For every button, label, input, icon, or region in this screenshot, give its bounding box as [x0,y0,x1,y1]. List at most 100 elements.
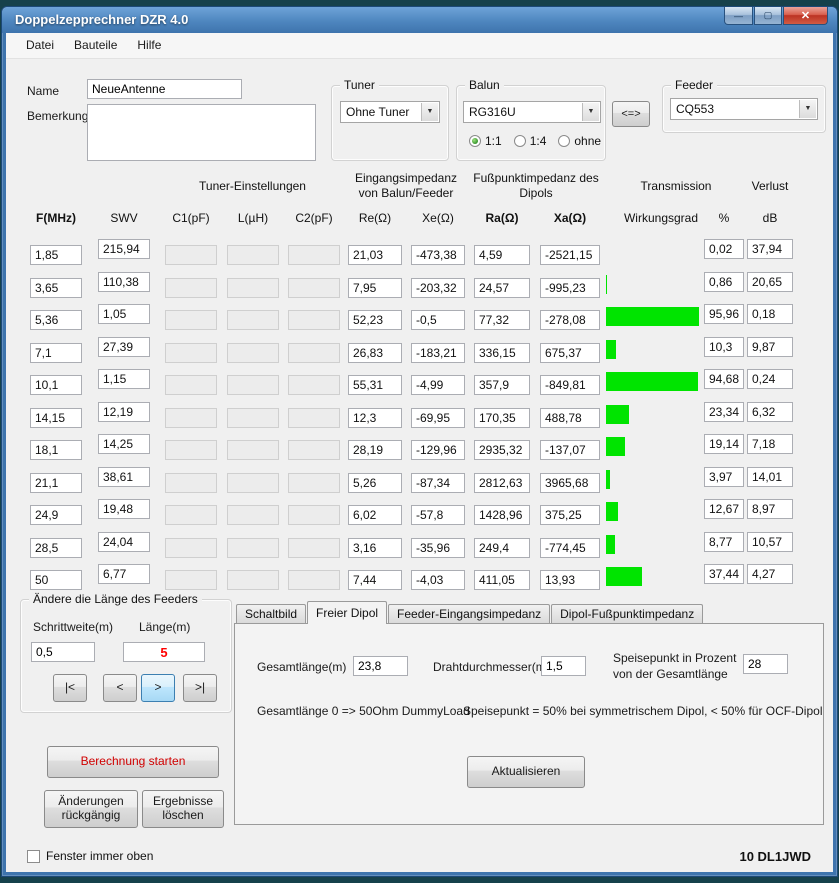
first-button[interactable]: |< [53,674,87,702]
loss-db-value: 4,27 [747,564,793,584]
efficiency-bar [606,502,703,521]
feeder-select[interactable]: CQ553 ▼ [670,98,818,120]
length-input[interactable] [123,642,205,662]
col-header-l: L(µH) [227,211,279,225]
table-row: 28,5 24,04 3,16 -35,96 249,4 -774,45 8,7… [6,532,833,565]
radio-dot-icon [514,135,526,147]
maximize-button[interactable]: ▢ [754,7,782,25]
radio-ratio-ohne[interactable]: ohne [558,134,601,148]
col-header-xe: Xe(Ω) [411,211,465,225]
radio-ratio-1-4[interactable]: 1:4 [514,134,547,148]
feedpoint-input[interactable] [743,654,788,674]
clear-results-button[interactable]: Ergebnisse löschen [142,790,224,828]
efficiency-percent-value: 10,3 [704,337,744,357]
frequency-input[interactable]: 18,1 [30,440,82,460]
swv-value: 215,94 [98,239,150,259]
frequency-input[interactable]: 50 [30,570,82,590]
wire-diameter-input[interactable] [541,656,586,676]
minimize-button[interactable]: — [724,7,753,25]
frequency-input[interactable]: 5,36 [30,310,82,330]
group-header-verlust: Verlust [747,179,793,194]
c2-field [288,278,340,298]
xa-value: 13,93 [540,570,600,590]
loss-db-value: 10,57 [747,532,793,552]
l-field [227,570,279,590]
frequency-input[interactable]: 24,9 [30,505,82,525]
l-field [227,245,279,265]
frequency-input[interactable]: 21,1 [30,473,82,493]
table-row: 1,85 215,94 21,03 -473,38 4,59 -2521,15 … [6,239,833,272]
update-button[interactable]: Aktualisieren [467,756,585,788]
xe-value: -87,34 [411,473,465,493]
re-value: 7,95 [348,278,402,298]
tab-feeder-eingangsimpedanz[interactable]: Feeder-Eingangsimpedanz [388,604,550,623]
close-button[interactable]: ✕ [783,7,828,25]
frequency-input[interactable]: 3,65 [30,278,82,298]
next-button[interactable]: > [141,674,175,702]
xa-value: -995,23 [540,278,600,298]
frequency-input[interactable]: 14,15 [30,408,82,428]
length-label: Länge(m) [139,620,190,634]
frequency-input[interactable]: 10,1 [30,375,82,395]
xa-value: -2521,15 [540,245,600,265]
ra-value: 77,32 [474,310,530,330]
efficiency-percent-value: 0,86 [704,272,744,292]
xa-value: -137,07 [540,440,600,460]
frequency-input[interactable]: 28,5 [30,538,82,558]
ra-value: 1428,96 [474,505,530,525]
xe-value: -57,8 [411,505,465,525]
tab-schaltbild[interactable]: Schaltbild [236,604,306,623]
maximize-icon: ▢ [764,10,773,21]
tuner-select[interactable]: Ohne Tuner ▼ [340,101,440,123]
previous-button[interactable]: < [103,674,137,702]
frequency-input[interactable]: 1,85 [30,245,82,265]
tab-dipol-fusspunktimpedanz[interactable]: Dipol-Fußpunktimpedanz [551,604,703,623]
menu-datei[interactable]: Datei [16,33,64,58]
name-label: Name [27,84,59,98]
menu-bauteile[interactable]: Bauteile [64,33,127,58]
efficiency-bar [606,340,703,359]
xe-value: -35,96 [411,538,465,558]
group-header-tuner-einstellungen: Tuner-Einstellungen [165,179,340,194]
loss-db-value: 14,01 [747,467,793,487]
remark-textarea[interactable] [87,104,316,161]
swv-value: 12,19 [98,402,150,422]
undo-changes-button[interactable]: Änderungen rückgängig [44,790,138,828]
radio-ratio-1-1[interactable]: 1:1 [469,134,502,148]
menubar: Datei Bauteile Hilfe [6,33,833,59]
feeder-group-label: Feeder [671,78,717,92]
total-length-label: Gesamtlänge(m) [257,660,346,674]
feedpoint-hint: Speisepunkt = 50% bei symmetrischem Dipo… [463,704,822,718]
frequency-input[interactable]: 7,1 [30,343,82,363]
tab-freier-dipol[interactable]: Freier Dipol [307,601,387,624]
col-header-f: F(MHz) [30,211,82,225]
efficiency-bar [606,307,703,326]
table-row: 3,65 110,38 7,95 -203,32 24,57 -995,23 0… [6,272,833,305]
re-value: 26,83 [348,343,402,363]
step-input[interactable] [31,642,95,662]
table-row: 24,9 19,48 6,02 -57,8 1428,96 375,25 12,… [6,499,833,532]
c2-field [288,245,340,265]
efficiency-percent-value: 12,67 [704,499,744,519]
table-row: 5,36 1,05 52,23 -0,5 77,32 -278,08 95,96… [6,304,833,337]
l-field [227,408,279,428]
total-length-input[interactable] [353,656,408,676]
loss-db-value: 0,18 [747,304,793,324]
antenna-name-input[interactable] [87,79,242,99]
last-button[interactable]: >| [183,674,217,702]
chevron-down-icon[interactable]: ▼ [799,100,816,118]
chevron-down-icon[interactable]: ▼ [582,103,599,121]
re-value: 6,02 [348,505,402,525]
feeder-selected-value: CQ553 [676,102,714,116]
swap-balun-feeder-button[interactable]: <=> [612,101,650,127]
always-on-top-checkbox[interactable] [27,850,40,863]
xe-value: -203,32 [411,278,465,298]
c2-field [288,310,340,330]
remark-label: Bemerkung [27,109,88,123]
start-calculation-button[interactable]: Berechnung starten [47,746,219,778]
menu-hilfe[interactable]: Hilfe [127,33,171,58]
balun-select[interactable]: RG316U ▼ [463,101,601,123]
chevron-down-icon[interactable]: ▼ [421,103,438,121]
ra-value: 170,35 [474,408,530,428]
titlebar[interactable]: Doppelzepprechner DZR 4.0 — ▢ ✕ [2,7,837,33]
